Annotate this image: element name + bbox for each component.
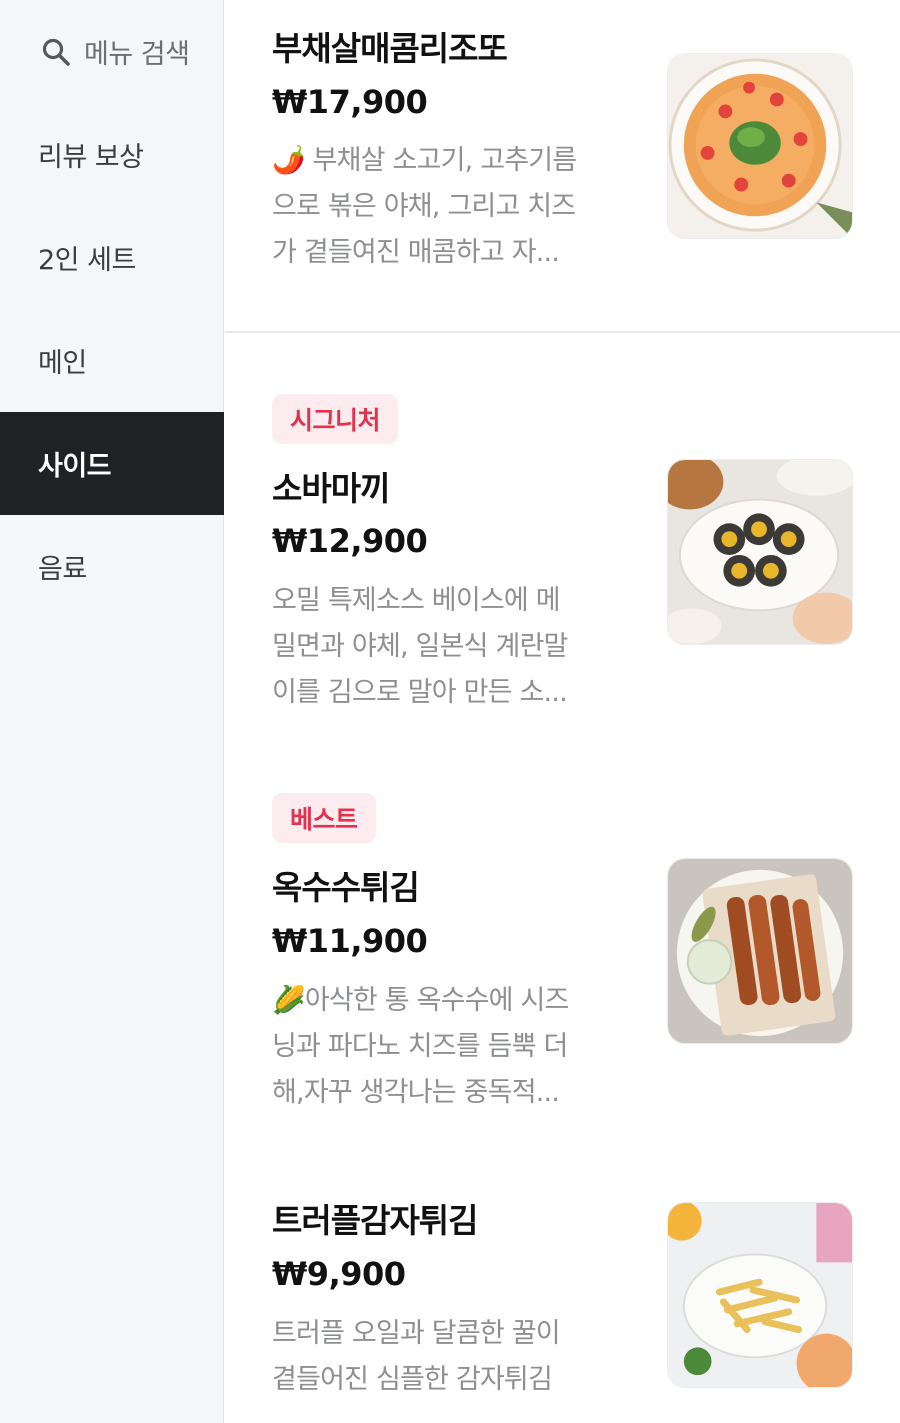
sidebar-item-label: 메인 [38,348,87,379]
menu-item-name: 트러플감자튀김 [272,1201,479,1240]
best-badge: 베스트 [272,793,376,843]
truffle-fries-photo[interactable] [667,1202,853,1388]
menu-item-description: 🌽아삭한 통 옥수수에 시즈 닝과 파다노 치즈를 듬뿍 더 해,자꾸 생각나는… [272,985,569,1108]
signature-badge: 시그니처 [272,394,399,444]
search-icon [40,36,72,68]
sidebar-item-label: 사이드 [38,451,112,482]
category-sidebar: 메뉴 검색 리뷰 보상 2인 세트 메인 사이드 음료 [0,0,224,1423]
risotto-photo[interactable] [667,53,853,239]
sidebar-item-label: 리뷰 보상 [38,142,144,173]
menu-item-name: 부채살매콤리조또 [272,29,508,68]
menu-item-price: ₩9,900 [272,1255,406,1293]
section-divider [225,331,900,333]
menu-item-name: 옥수수튀김 [272,868,420,907]
fried-corn-photo[interactable] [667,858,853,1044]
menu-search-button[interactable]: 메뉴 검색 [0,0,224,103]
menu-item-price: ₩12,900 [272,522,428,560]
sidebar-item-set-for-two[interactable]: 2인 세트 [0,206,224,309]
menu-search-label: 메뉴 검색 [84,39,190,70]
menu-item-name: 소바마끼 [272,469,390,508]
soba-maki-photo[interactable] [667,459,853,645]
sidebar-item-main[interactable]: 메인 [0,309,224,412]
menu-item-price: ₩11,900 [272,922,428,960]
menu-item-price: ₩17,900 [272,83,428,121]
sidebar-item-review-reward[interactable]: 리뷰 보상 [0,103,224,206]
sidebar-item-label: 음료 [38,554,87,585]
sidebar-item-label: 2인 세트 [38,245,136,276]
menu-item-description: 트러플 오일과 달콤한 꿀이 곁들어진 심플한 감자튀김 [272,1318,561,1395]
menu-list: 부채살매콤리조또 ₩17,900 🌶️ 부채살 소고기, 고추기름 으로 볶은 … [225,0,900,1423]
menu-item-description: 오밀 특제소스 베이스에 메 밀면과 야체, 일본식 계란말 이를 김으로 말아… [272,585,568,708]
menu-item-description: 🌶️ 부채살 소고기, 고추기름 으로 볶은 야채, 그리고 치즈 가 곁들여진… [272,145,577,268]
sidebar-item-drinks[interactable]: 음료 [0,515,224,618]
sidebar-item-side[interactable]: 사이드 [0,412,224,515]
